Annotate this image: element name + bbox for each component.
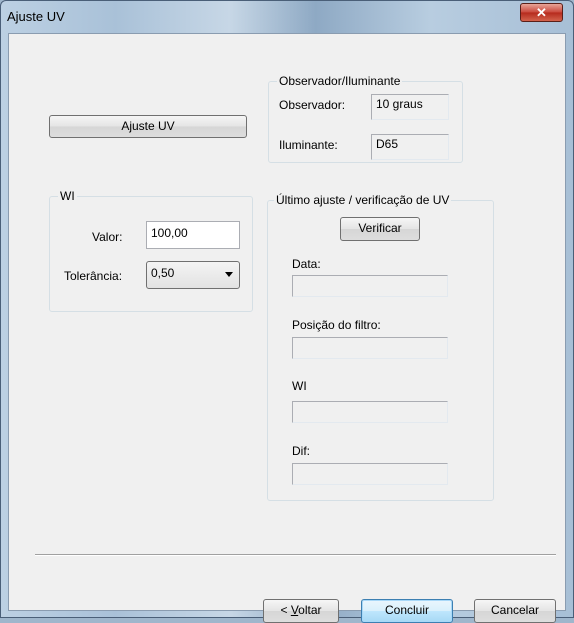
filter-position-field [292, 337, 448, 359]
finish-button[interactable]: Concluir [361, 599, 453, 623]
close-icon: ✕ [536, 5, 547, 20]
dif-label: Dif: [292, 444, 310, 458]
dialog-body: Ajuste UV Observador/Iluminante Observad… [8, 33, 566, 623]
back-button[interactable]: < Voltar [263, 599, 339, 623]
verify-button[interactable]: Verificar [340, 217, 420, 241]
adjust-uv-button[interactable]: Ajuste UV [49, 115, 247, 138]
observer-label: Observador: [279, 98, 346, 112]
back-button-prefix: < [280, 603, 291, 617]
wi-result-field [292, 401, 448, 423]
cancel-button[interactable]: Cancelar [474, 599, 556, 623]
wi-legend: WI [58, 189, 77, 203]
footer-separator [35, 554, 556, 556]
date-label: Data: [292, 257, 321, 271]
illuminant-field: D65 [371, 134, 449, 160]
window-title: Ajuste UV [7, 9, 65, 24]
wi-result-label: WI [292, 379, 307, 393]
tolerance-value: 0,50 [151, 266, 175, 280]
wi-value-label: Valor: [92, 230, 123, 244]
observer-illuminant-group: Observador/Iluminante Observador: 10 gra… [268, 74, 463, 163]
wi-group: WI Valor: 100,00 Tolerância: 0,50 [49, 189, 253, 312]
dif-field [292, 463, 448, 485]
filter-position-label: Posição do filtro: [292, 318, 381, 332]
tolerance-label: Tolerância: [64, 269, 123, 283]
observer-illuminant-legend: Observador/Iluminante [277, 74, 403, 88]
last-adjust-group: Último ajuste / verificação de UV Verifi… [267, 193, 494, 501]
dialog-window: Ajuste UV ✕ Ajuste UV Observador/Ilumina… [0, 0, 574, 623]
illuminant-label: Iluminante: [279, 138, 338, 152]
date-field [292, 275, 448, 297]
tolerance-select[interactable]: 0,50 [146, 261, 240, 289]
title-bar[interactable]: Ajuste UV ✕ [1, 1, 573, 33]
chevron-down-icon [225, 272, 233, 277]
wi-value-input[interactable]: 100,00 [146, 221, 240, 249]
back-button-label: oltar [298, 603, 322, 617]
close-button[interactable]: ✕ [520, 3, 563, 22]
last-adjust-legend: Último ajuste / verificação de UV [274, 193, 452, 207]
observer-field: 10 graus [371, 94, 449, 120]
